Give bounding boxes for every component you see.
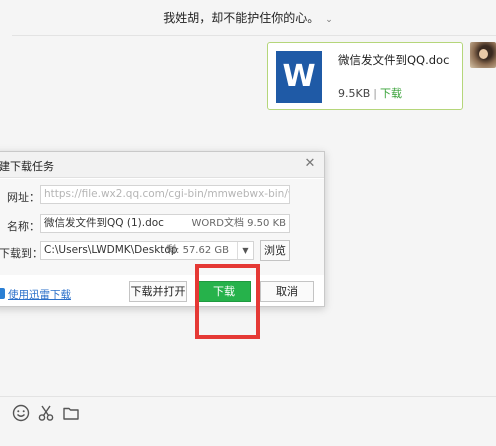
download-and-open-button[interactable]: 下载并打开 <box>129 281 187 302</box>
save-path-value: C:\Users\LWDMK\Desktop <box>44 244 178 256</box>
chevron-down-icon[interactable]: ⌄ <box>325 15 333 25</box>
download-dialog: 建下载任务 ✕ 网址： https://file.wx2.qq.com/cgi-… <box>0 151 325 307</box>
file-type-size: WORD文档 9.50 KB <box>191 218 286 229</box>
cancel-button[interactable]: 取消 <box>260 281 314 302</box>
name-field[interactable]: 微信发文件到QQ (1).doc WORD文档 9.50 KB <box>40 214 290 233</box>
dialog-body: 网址： https://file.wx2.qq.com/cgi-bin/mmwe… <box>0 179 324 275</box>
chat-header: 我姓胡，却不能护住你的心。 ⌄ <box>0 0 496 36</box>
meta-separator: | <box>373 87 377 100</box>
dialog-titlebar[interactable]: 建下载任务 ✕ <box>0 152 324 178</box>
thunder-icon <box>0 288 5 299</box>
use-thunder-link[interactable]: 使用迅雷下载 <box>8 287 71 302</box>
file-name: 微信发文件到QQ.doc <box>338 53 450 67</box>
header-divider <box>12 35 496 36</box>
browse-button[interactable]: 浏览 <box>260 240 290 261</box>
emoji-icon[interactable] <box>11 403 31 423</box>
name-value: 微信发文件到QQ (1).doc <box>44 217 164 229</box>
url-field[interactable]: https://file.wx2.qq.com/cgi-bin/mmwebwx-… <box>40 185 290 204</box>
url-label: 网址： <box>7 191 40 204</box>
close-icon[interactable]: ✕ <box>302 156 318 172</box>
file-download-link[interactable]: 下载 <box>380 87 402 100</box>
folder-icon[interactable] <box>61 403 81 423</box>
word-file-icon: W <box>276 51 322 103</box>
file-meta: 9.5KB | 下载 <box>338 85 402 101</box>
avatar[interactable] <box>470 42 496 68</box>
dropdown-arrow-icon[interactable]: ▼ <box>237 242 253 259</box>
save-path-select[interactable]: C:\Users\LWDMK\Desktop 剩: 57.62 GB ▼ <box>40 241 254 260</box>
chat-title[interactable]: 我姓胡，却不能护住你的心。 ⌄ <box>0 9 496 26</box>
free-space: 剩: 57.62 GB <box>166 245 229 256</box>
save-to-label: 下载到： <box>0 247 43 260</box>
scissors-icon[interactable] <box>36 403 56 423</box>
file-message-bubble[interactable]: W 微信发文件到QQ.doc 9.5KB | 下载 <box>267 42 463 110</box>
url-value: https://file.wx2.qq.com/cgi-bin/mmwebwx-… <box>44 188 289 200</box>
chat-title-text: 我姓胡，却不能护住你的心。 <box>163 11 320 25</box>
file-size: 9.5KB <box>338 87 371 100</box>
download-button[interactable]: 下载 <box>197 281 251 302</box>
toolbar-divider <box>0 396 496 397</box>
name-label: 名称： <box>7 220 40 233</box>
dialog-title: 建下载任务 <box>0 160 54 173</box>
